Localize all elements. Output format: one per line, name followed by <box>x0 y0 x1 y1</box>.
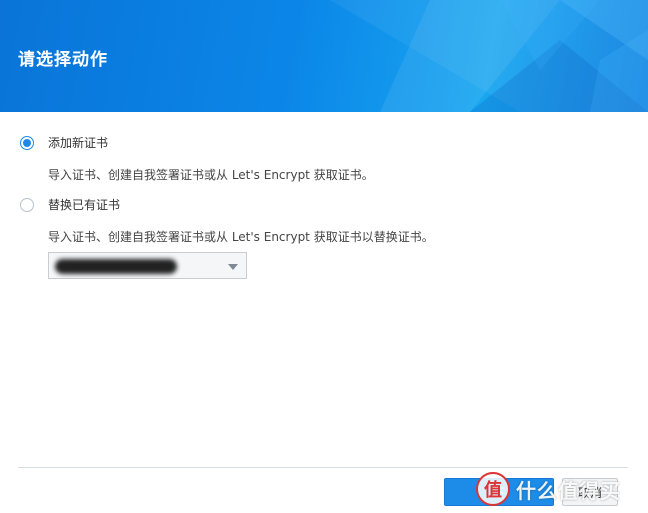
certificate-select[interactable] <box>48 252 247 279</box>
option-replace-existing-certificate[interactable]: 替换已有证书 <box>20 196 120 213</box>
footer-divider <box>18 467 628 468</box>
cancel-button[interactable]: 取消 <box>562 478 618 506</box>
redacted-certificate-name <box>55 259 177 274</box>
option-description-add-new: 导入证书、创建自我签署证书或从 Let's Encrypt 获取证书。 <box>48 168 374 182</box>
radio-add-new[interactable] <box>20 135 34 150</box>
radio-replace-existing[interactable] <box>20 197 34 212</box>
dialog-header: 请选择动作 <box>0 0 648 112</box>
option-label-add-new: 添加新证书 <box>48 136 109 150</box>
option-description-replace: 导入证书、创建自我签署证书或从 Let's Encrypt 获取证书以替换证书。 <box>48 230 434 244</box>
chevron-down-icon[interactable] <box>228 264 238 270</box>
next-button[interactable]: 下 <box>444 478 554 506</box>
next-button-label: 下 <box>492 485 505 500</box>
option-add-new-certificate[interactable]: 添加新证书 <box>20 134 108 151</box>
dialog-title: 请选择动作 <box>18 50 108 70</box>
cancel-button-label: 取消 <box>577 485 602 500</box>
option-label-replace: 替换已有证书 <box>48 198 121 212</box>
